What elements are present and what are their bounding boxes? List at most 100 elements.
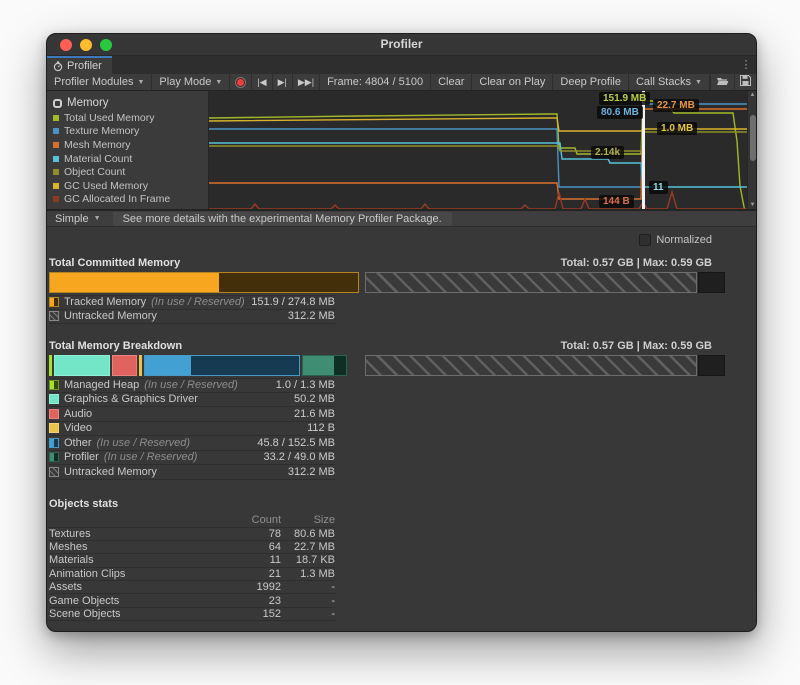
value-badge-gc-allocated: 144 B xyxy=(599,195,634,208)
memory-chart-plot[interactable]: 151.9 MB 80.6 MB 22.7 MB 1.0 MB 2.14k 11… xyxy=(209,91,747,209)
graphics-swatch xyxy=(49,394,59,404)
legend-item-object-count[interactable]: Object Count xyxy=(53,165,202,179)
table-row-animation-clips[interactable]: Animation Clips 21 1.3 MB xyxy=(49,568,335,581)
legend-item-total-used-memory[interactable]: Total Used Memory xyxy=(53,111,202,125)
view-mode-dropdown[interactable]: Simple▼ xyxy=(51,211,105,226)
legend-swatch xyxy=(53,183,59,189)
legend-row-untracked-memory[interactable]: Untracked Memory 312.2 MB xyxy=(49,465,335,480)
record-icon xyxy=(235,77,246,88)
video-segment xyxy=(139,355,142,376)
chart-vertical-scrollbar[interactable]: ▲ ▼ xyxy=(747,91,756,209)
table-row-scene-objects[interactable]: Scene Objects 152 - xyxy=(49,608,335,621)
committed-memory-title: Total Committed Memory xyxy=(49,257,180,269)
line-gc-allocated-in-frame xyxy=(209,192,747,209)
scroll-down-icon[interactable]: ▼ xyxy=(748,202,757,208)
module-icon xyxy=(53,99,62,108)
legend-swatch xyxy=(53,128,59,134)
legend-item-gc-allocated-in-frame[interactable]: GC Allocated In Frame xyxy=(53,193,202,207)
legend-swatch xyxy=(53,196,59,202)
legend-row-tracked-memory[interactable]: Tracked Memory (In use / Reserved) 151.9… xyxy=(49,295,335,310)
legend-item-mesh-memory[interactable]: Mesh Memory xyxy=(53,138,202,152)
legend-item-material-count[interactable]: Material Count xyxy=(53,152,202,166)
memory-breakdown-title: Total Memory Breakdown xyxy=(49,340,182,352)
current-frame-button[interactable]: ▶▶| xyxy=(293,74,320,90)
untracked-memory-swatch xyxy=(49,311,59,321)
objects-stats-table: Count Size Textures 78 80.6 MB Meshes 64… xyxy=(49,513,335,633)
record-button[interactable] xyxy=(230,74,252,90)
audio-segment xyxy=(112,355,137,376)
other-in-use-segment xyxy=(145,356,191,375)
table-row-meshes[interactable]: Meshes 64 22.7 MB xyxy=(49,541,335,554)
legend-swatch xyxy=(53,156,59,162)
legend-row-other[interactable]: Other (In use / Reserved) 45.8 / 152.5 M… xyxy=(49,436,335,451)
memory-breakdown-totals: Total: 0.57 GB | Max: 0.59 GB xyxy=(561,340,712,352)
table-row-game-objects[interactable]: Game Objects 23 - xyxy=(49,594,335,607)
objects-stats-header: Count Size xyxy=(49,513,335,528)
memory-breakdown-bar[interactable] xyxy=(49,355,725,376)
tab-profiler[interactable]: Profiler xyxy=(47,56,112,74)
chevron-down-icon: ▼ xyxy=(94,215,101,222)
table-row-textures[interactable]: Textures 78 80.6 MB xyxy=(49,528,335,541)
deep-profile-button[interactable]: Deep Profile xyxy=(553,74,629,90)
profiler-swatch xyxy=(49,452,59,462)
window-title: Profiler xyxy=(47,37,756,51)
legend-swatch xyxy=(53,115,59,121)
clear-button[interactable]: Clear xyxy=(431,74,472,90)
legend-row-graphics[interactable]: Graphics & Graphics Driver 50.2 MB xyxy=(49,393,335,408)
profiler-in-use-segment xyxy=(303,356,334,375)
other-segment xyxy=(144,355,300,376)
profiler-segment xyxy=(302,355,347,376)
module-name: Memory xyxy=(67,97,109,109)
play-mode-dropdown[interactable]: Play Mode▼ xyxy=(152,74,230,90)
folder-open-icon xyxy=(716,76,729,89)
call-stacks-dropdown[interactable]: Call Stacks▼ xyxy=(629,74,710,90)
legend-row-profiler[interactable]: Profiler (In use / Reserved) 33.2 / 49.0… xyxy=(49,451,335,466)
legend-item-gc-used-memory[interactable]: GC Used Memory xyxy=(53,179,202,193)
committed-memory-bar[interactable] xyxy=(49,272,725,293)
stopwatch-icon xyxy=(53,61,63,72)
legend-row-audio[interactable]: Audio 21.6 MB xyxy=(49,407,335,422)
memory-breakdown-legend: Managed Heap (In use / Reserved) 1.0 / 1… xyxy=(49,378,335,480)
audio-swatch xyxy=(49,409,59,419)
legend-item-texture-memory[interactable]: Texture Memory xyxy=(53,125,202,139)
previous-frame-button[interactable]: |◀ xyxy=(252,74,272,90)
next-frame-button[interactable]: ▶| xyxy=(273,74,293,90)
committed-memory-totals: Total: 0.57 GB | Max: 0.59 GB xyxy=(561,257,712,269)
max-memory-block xyxy=(698,355,725,376)
clear-on-play-button[interactable]: Clear on Play xyxy=(472,74,553,90)
value-badge-object-count: 2.14k xyxy=(591,146,624,159)
main-toolbar: Profiler Modules▼ Play Mode▼ |◀ ▶| ▶▶| F… xyxy=(47,74,756,91)
legend-row-untracked-memory[interactable]: Untracked Memory 312.2 MB xyxy=(49,310,335,325)
value-badge-texture: 80.6 MB xyxy=(597,106,643,119)
normalized-checkbox[interactable] xyxy=(639,234,651,246)
title-bar[interactable]: Profiler xyxy=(47,34,756,56)
chevron-down-icon: ▼ xyxy=(137,79,144,86)
max-memory-block xyxy=(698,272,725,293)
memory-module-legend: Memory Total Used Memory Texture Memory … xyxy=(47,91,209,209)
legend-row-video[interactable]: Video 112 B xyxy=(49,422,335,437)
legend-swatch xyxy=(53,169,59,175)
managed-heap-swatch xyxy=(49,380,59,390)
tab-bar: Profiler ⋮ xyxy=(47,56,756,74)
memory-profiler-hint: See more details with the experimental M… xyxy=(113,212,452,226)
table-row-assets[interactable]: Assets 1992 - xyxy=(49,581,335,594)
scroll-up-icon[interactable]: ▲ xyxy=(748,92,757,98)
tracked-in-use-segment xyxy=(50,273,219,292)
save-profile-button[interactable] xyxy=(735,74,757,90)
legend-swatch xyxy=(53,142,59,148)
committed-memory-legend: Tracked Memory (In use / Reserved) 151.9… xyxy=(49,295,335,324)
value-badge-mesh: 22.7 MB xyxy=(653,99,699,112)
table-row-gc-allocated[interactable]: GC allocated in frame 4 144 B xyxy=(49,630,335,632)
untracked-memory-segment xyxy=(365,355,697,376)
legend-row-managed-heap[interactable]: Managed Heap (In use / Reserved) 1.0 / 1… xyxy=(49,378,335,393)
scrollbar-thumb[interactable] xyxy=(750,115,756,161)
memory-chart-row: Memory Total Used Memory Texture Memory … xyxy=(47,91,756,211)
value-badge-total-used: 151.9 MB xyxy=(599,92,650,105)
tab-overflow-menu-icon[interactable]: ⋮ xyxy=(740,58,752,72)
value-badge-material-count: 11 xyxy=(649,181,668,194)
save-icon xyxy=(740,75,751,89)
profiler-modules-dropdown[interactable]: Profiler Modules▼ xyxy=(47,74,152,90)
load-profile-button[interactable] xyxy=(710,74,735,90)
memory-module-header[interactable]: Memory xyxy=(53,95,202,111)
table-row-materials[interactable]: Materials 11 18.7 KB xyxy=(49,554,335,567)
